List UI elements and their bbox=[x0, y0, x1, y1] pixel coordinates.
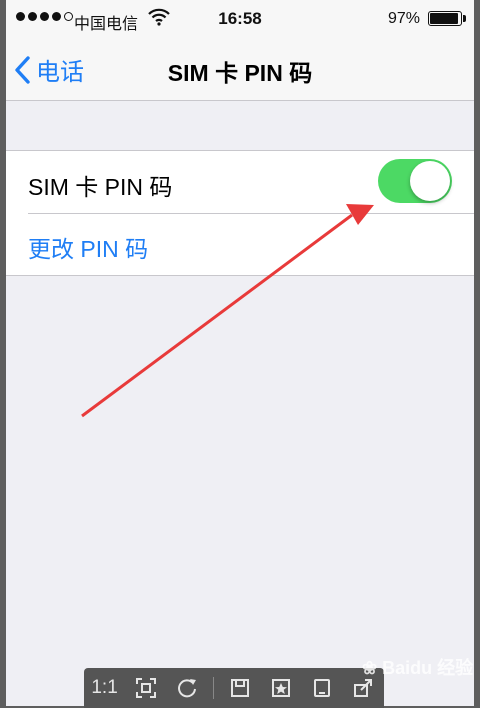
image-viewer-toolbar: 1:1 bbox=[84, 668, 384, 708]
tablet-icon[interactable] bbox=[307, 673, 337, 703]
page-title: SIM 卡 PIN 码 bbox=[167, 60, 313, 86]
save-icon[interactable] bbox=[225, 673, 255, 703]
sim-pin-toggle[interactable] bbox=[378, 159, 452, 203]
favorite-icon[interactable] bbox=[266, 673, 296, 703]
status-bar: 中国电信 16:58 97% bbox=[6, 0, 474, 38]
baidu-jingyan-watermark: ❀ Baidu 经验 bbox=[362, 654, 473, 680]
battery-cap bbox=[463, 15, 466, 22]
change-pin-link[interactable]: 更改 PIN 码 bbox=[28, 230, 148, 264]
actual-size-button[interactable]: 1:1 bbox=[90, 673, 120, 703]
phone-screen: 中国电信 16:58 97% 电话 SIM 卡 PIN 码 SIM 卡 PIN … bbox=[6, 0, 474, 706]
sim-pin-label: SIM 卡 PIN 码 bbox=[28, 174, 173, 200]
change-pin-row[interactable]: 更改 PIN 码 bbox=[6, 213, 474, 275]
sim-pin-row: SIM 卡 PIN 码 bbox=[6, 151, 474, 213]
toggle-knob bbox=[410, 161, 450, 201]
battery-percentage: 97% bbox=[388, 10, 421, 27]
fit-screen-icon[interactable] bbox=[131, 673, 161, 703]
rotate-icon[interactable] bbox=[172, 673, 202, 703]
battery-fill bbox=[430, 13, 458, 24]
toolbar-divider bbox=[212, 677, 214, 699]
navigation-bar: 电话 SIM 卡 PIN 码 bbox=[6, 38, 474, 101]
paw-icon: ❀ bbox=[362, 658, 378, 678]
sim-pin-settings-group: SIM 卡 PIN 码 更改 PIN 码 bbox=[6, 150, 474, 276]
watermark-text: Baidu 经验 bbox=[382, 658, 474, 678]
battery-icon bbox=[428, 11, 462, 26]
